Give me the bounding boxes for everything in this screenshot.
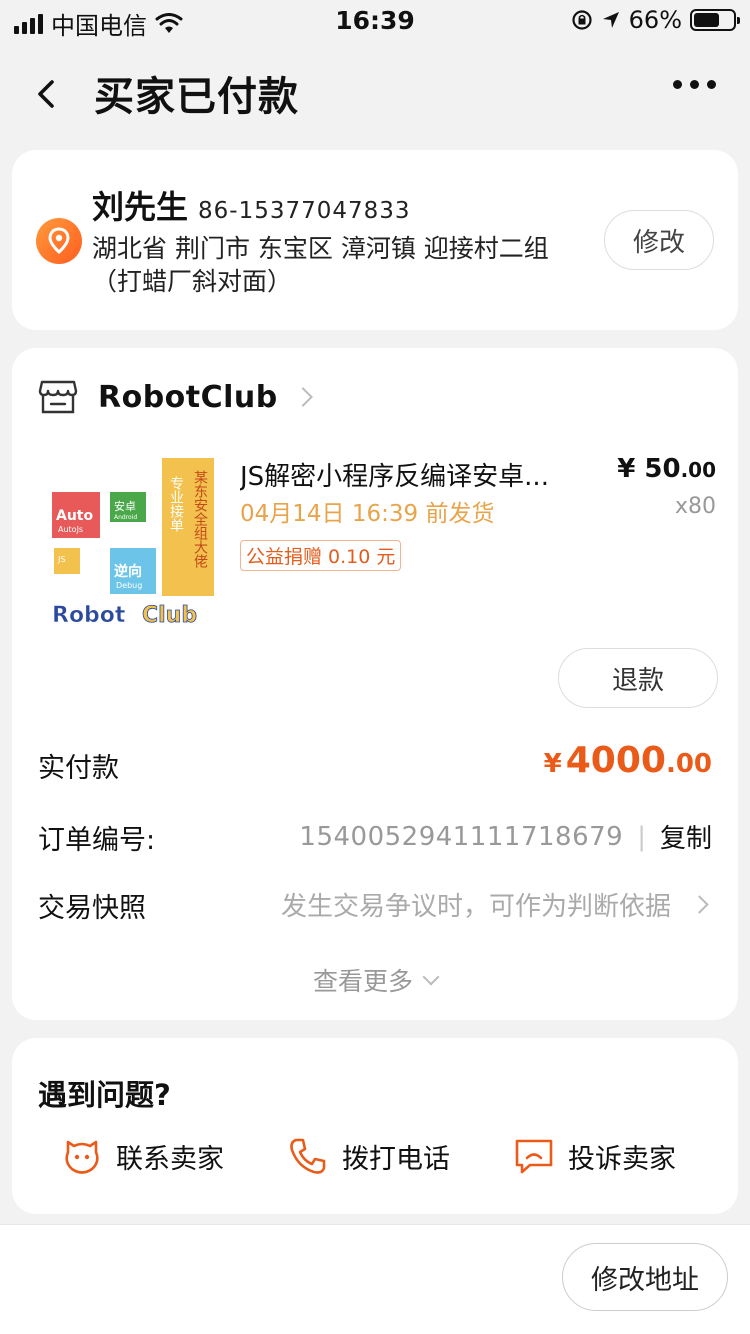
contact-row: 刘先生 86-15377047833 (92, 182, 411, 228)
chevron-right-icon (292, 387, 313, 407)
image-text-debug: Debug (116, 581, 142, 590)
more-dots-icon[interactable] (673, 80, 716, 89)
product-image[interactable]: 专业接单 某东安全组大佬 Auto AutoJs 安卓 Android JS 逆… (50, 456, 214, 634)
order-number: 1540052941111718679 (299, 821, 624, 852)
battery-percent: 66% (628, 6, 682, 34)
shop-icon (38, 380, 78, 414)
nav-bar: 买家已付款 (0, 52, 750, 136)
price-int: 50 (644, 454, 681, 484)
battery-fill (694, 13, 720, 27)
snapshot-link[interactable]: 发生交易争议时，可作为判断依据 (280, 886, 709, 923)
recipient-name: 刘先生 (92, 188, 189, 226)
bottom-action-bar: 修改地址 (0, 1224, 750, 1334)
product-quantity: x80 (674, 494, 716, 519)
product-price: ¥ 50.00 (617, 454, 716, 484)
location-pin-icon (36, 218, 82, 264)
help-card: 遇到问题? 联系卖家 拨打电话 投诉卖家 (12, 1038, 738, 1214)
price-dec: .00 (680, 458, 716, 482)
paid-int: 4000 (565, 740, 666, 781)
ship-deadline: 04月14日 16:39 前发货 (240, 501, 495, 527)
charity-badge: 公益捐赠 0.10 元 (240, 540, 402, 571)
order-card: RobotClub 专业接单 某东安全组大佬 Auto AutoJs 安卓 An… (12, 348, 738, 1020)
status-right: 66% (571, 6, 740, 34)
chevron-right-icon (690, 895, 709, 914)
image-text-zhuanye: 专业接单 (168, 476, 184, 532)
help-actions: 联系卖家 拨打电话 投诉卖家 (12, 1134, 738, 1190)
image-text-auto: Auto (56, 508, 93, 524)
battery-icon (690, 9, 740, 31)
recipient-phone: 86-15377047833 (198, 198, 411, 224)
complain-seller-button[interactable]: 投诉卖家 (512, 1134, 676, 1178)
rotation-lock-icon (572, 10, 592, 30)
status-bar: 中国电信 16:39 66% (0, 0, 750, 40)
edit-address-button[interactable]: 修改 (604, 210, 714, 270)
chevron-down-icon (422, 968, 440, 986)
image-text-android: Android (114, 514, 137, 521)
view-more-label: 查看更多 (312, 967, 413, 996)
address-card: 刘先生 86-15377047833 湖北省 荆门市 东宝区 漳河镇 迎接村二组… (12, 150, 738, 330)
phone-icon (290, 1138, 326, 1174)
image-text-autojs: AutoJs (58, 525, 83, 534)
refund-button[interactable]: 退款 (558, 648, 718, 708)
paid-amount: ¥4000.00 (544, 740, 712, 781)
shop-name: RobotClub (98, 379, 278, 415)
divider: | (637, 821, 646, 852)
snapshot-label: 交易快照 (38, 893, 146, 924)
paid-currency: ¥ (543, 749, 562, 779)
action-label: 联系卖家 (116, 1143, 224, 1175)
location-arrow-icon (602, 12, 619, 28)
snapshot-hint: 发生交易争议时，可作为判断依据 (280, 892, 671, 922)
shop-row[interactable]: RobotClub (38, 378, 313, 416)
address-line: 湖北省 荆门市 东宝区 漳河镇 迎接村二组（打蜡厂斜对面） (92, 234, 549, 296)
paid-label: 实付款 (38, 753, 119, 784)
image-text-robot: Robot (52, 603, 126, 628)
paid-dec: .00 (665, 749, 712, 779)
action-label: 投诉卖家 (568, 1143, 676, 1175)
image-text-anzhuo: 安卓 (114, 499, 136, 513)
price-currency: ¥ (617, 454, 636, 484)
page-title: 买家已付款 (94, 74, 299, 120)
view-more-button[interactable]: 查看更多 (12, 962, 738, 998)
product-title[interactable]: JS解密小程序反编译安卓... (240, 456, 590, 493)
image-text-club: Club (142, 603, 197, 628)
call-button[interactable]: 拨打电话 (286, 1134, 450, 1178)
order-number-label: 订单编号: (38, 825, 156, 856)
image-text-js: JS (57, 555, 65, 564)
contact-seller-button[interactable]: 联系卖家 (60, 1134, 224, 1178)
help-title: 遇到问题? (38, 1078, 171, 1112)
chat-face-icon (65, 1140, 99, 1174)
copy-button[interactable]: 复制 (660, 818, 712, 855)
complaint-icon (515, 1139, 553, 1174)
order-number-row: 1540052941111718679 | 复制 (299, 818, 712, 855)
chevron-left-icon[interactable] (28, 72, 68, 116)
change-address-button[interactable]: 修改地址 (562, 1243, 728, 1311)
image-text-nixiang: 逆向 (114, 563, 142, 580)
image-text-mou: 某东安全组大佬 (192, 470, 208, 569)
action-label: 拨打电话 (342, 1143, 450, 1175)
